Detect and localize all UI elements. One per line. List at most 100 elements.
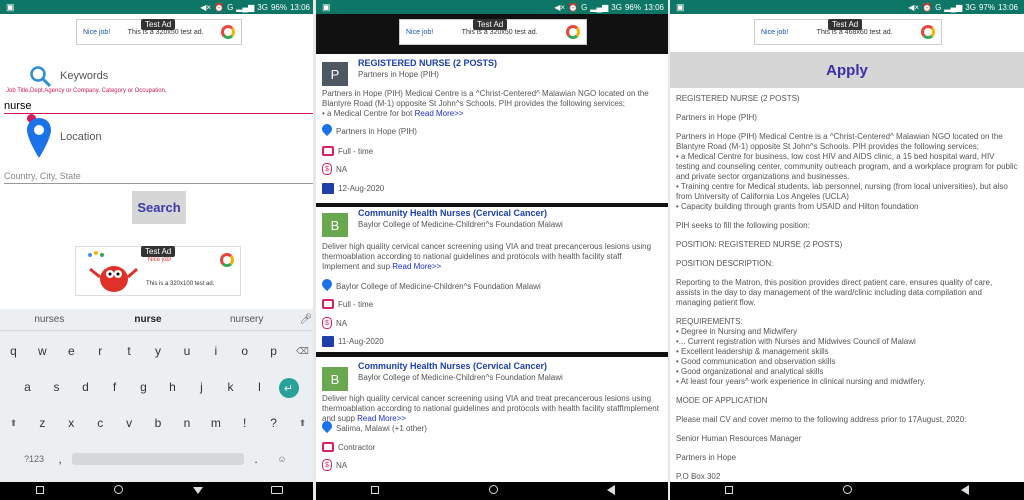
suggestion-item[interactable]: nurse — [99, 314, 198, 325]
recents-icon[interactable] — [719, 485, 739, 497]
job-type-text: Contractor — [338, 442, 376, 452]
job-location-text: Partners in Hope (PIH) — [336, 126, 417, 136]
avatar: B — [322, 367, 348, 391]
emoji-icon[interactable]: ☺ — [268, 447, 296, 471]
suggestion-item[interactable]: nurses — [0, 314, 99, 325]
job-title[interactable]: Community Health Nurses (Cervical Cancer… — [358, 208, 547, 218]
key[interactable]: j — [188, 375, 215, 399]
briefcase-icon — [322, 299, 334, 309]
enter-icon: ↵ — [278, 378, 299, 398]
key[interactable]: h — [159, 375, 186, 399]
key[interactable]: o — [231, 339, 258, 363]
key[interactable]: i — [202, 339, 229, 363]
keyboard-switch-icon[interactable] — [267, 485, 287, 497]
job-location: Baylor College of Medicine-Children^s Fo… — [322, 279, 541, 293]
key[interactable]: y — [145, 339, 172, 363]
battery-level: 96% — [270, 2, 287, 12]
job-location: Partners in Hope (PIH) — [322, 124, 417, 138]
home-icon[interactable] — [483, 485, 503, 497]
job-card[interactable]: B Community Health Nurses (Cervical Canc… — [316, 357, 670, 482]
ad-logo-icon — [221, 25, 235, 39]
key[interactable]: c — [87, 411, 114, 435]
suggestion-item[interactable]: nursery — [197, 314, 296, 325]
home-icon[interactable] — [837, 485, 857, 497]
search-button[interactable]: Search — [132, 191, 186, 224]
briefcase-icon — [322, 442, 334, 452]
job-card[interactable]: B Community Health Nurses (Cervical Canc… — [316, 207, 670, 352]
location-pin-icon — [322, 421, 332, 435]
ad-logo-icon — [566, 25, 580, 39]
location-input[interactable] — [4, 168, 314, 184]
location-label: Location — [60, 131, 102, 143]
app-icon: ▣ — [676, 1, 685, 12]
read-more-link[interactable]: Read More>> — [392, 262, 441, 271]
key[interactable]: t — [116, 339, 143, 363]
enter-key[interactable]: ↵ — [275, 375, 302, 399]
back-icon[interactable] — [188, 485, 208, 497]
key[interactable]: f — [101, 375, 128, 399]
google-icon: G — [935, 2, 942, 12]
network-type: 3G — [611, 2, 622, 12]
alarm-icon: ⏰ — [214, 2, 225, 12]
soft-keyboard: nurses nurse nursery 🎤︎ q w e r t y u i … — [0, 309, 316, 482]
back-icon[interactable] — [955, 484, 975, 498]
key[interactable]: x — [58, 411, 85, 435]
key[interactable]: s — [43, 375, 70, 399]
key[interactable]: p — [260, 339, 287, 363]
key[interactable]: r — [87, 339, 114, 363]
key[interactable]: b — [145, 411, 172, 435]
detail-paragraph: Senior Human Resources Manager — [676, 434, 802, 443]
job-desc-more: • a Medical Centre for bot — [322, 109, 413, 118]
keywords-input[interactable] — [4, 98, 314, 114]
read-more-link[interactable]: Read More>> — [415, 109, 464, 118]
key[interactable]: a — [14, 375, 41, 399]
period-key[interactable]: . — [246, 447, 266, 471]
keywords-label: Keywords — [60, 70, 109, 82]
home-icon[interactable] — [109, 485, 129, 497]
ad-logo-icon — [921, 25, 935, 39]
job-salary-text: NA — [336, 164, 348, 174]
symbols-key[interactable]: ?123 — [20, 447, 48, 471]
key[interactable]: g — [130, 375, 157, 399]
key[interactable]: e — [58, 339, 85, 363]
ad-monster-icon — [88, 251, 138, 292]
comma-key[interactable]: , — [50, 447, 70, 471]
google-icon: G — [227, 2, 234, 12]
key[interactable]: m — [202, 411, 229, 435]
key[interactable]: u — [173, 339, 200, 363]
shift-icon[interactable]: ⬆ — [289, 411, 316, 435]
detail-paragraph: MODE OF APPLICATION — [676, 396, 768, 405]
detail-title: REGISTERED NURSE (2 POSTS) — [676, 94, 800, 103]
test-ad-label: Test Ad — [141, 19, 176, 30]
key[interactable]: ! — [231, 411, 258, 435]
job-card[interactable]: P REGISTERED NURSE (2 POSTS) Partners in… — [316, 54, 670, 203]
spacebar[interactable] — [72, 453, 244, 465]
recents-icon[interactable] — [30, 485, 50, 497]
key[interactable]: z — [29, 411, 56, 435]
money-bag-icon: $ — [322, 459, 332, 471]
calendar-icon — [322, 183, 334, 194]
key[interactable]: l — [246, 375, 273, 399]
key[interactable]: v — [116, 411, 143, 435]
detail-paragraph: Please mail CV and cover memo to the fol… — [676, 415, 967, 424]
job-location-text: Baylor College of Medicine-Children^s Fo… — [336, 281, 541, 291]
shift-icon[interactable]: ⬆ — [0, 411, 27, 435]
key[interactable]: q — [0, 339, 27, 363]
key[interactable]: k — [217, 375, 244, 399]
detail-paragraph: Partners in Hope (PIH) Medical Centre is… — [676, 132, 1018, 211]
back-icon[interactable] — [601, 484, 621, 498]
detail-org: Partners in Hope (PIH) — [676, 113, 757, 122]
calendar-icon — [322, 336, 334, 347]
key[interactable]: w — [29, 339, 56, 363]
recents-icon[interactable] — [365, 485, 385, 497]
backspace-icon[interactable]: ⌫ — [289, 339, 316, 363]
job-title[interactable]: REGISTERED NURSE (2 POSTS) — [358, 58, 497, 68]
job-title[interactable]: Community Health Nurses (Cervical Cancer… — [358, 361, 547, 371]
ad-box-text: This is a 320x100 test ad. — [146, 281, 215, 287]
apply-button[interactable]: Apply — [670, 52, 1024, 88]
key[interactable]: n — [173, 411, 200, 435]
key[interactable]: d — [72, 375, 99, 399]
job-desc-text: Deliver high quality cervical cancer scr… — [322, 242, 652, 261]
ad-nice-text: Nice job! — [406, 28, 434, 36]
key[interactable]: ? — [260, 411, 287, 435]
